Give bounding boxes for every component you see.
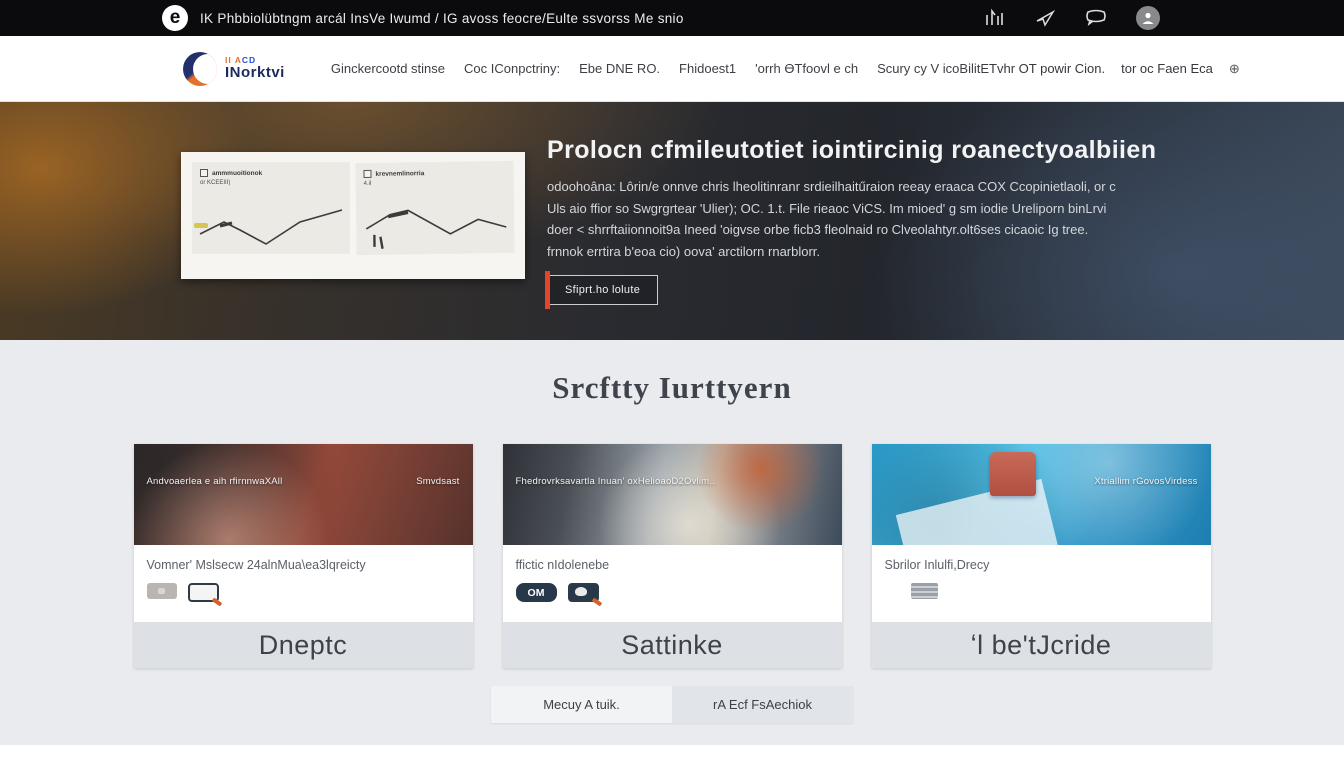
nav-right: Tvhr OT powir Cion. tor oc Faen Eca ⊕ bbox=[989, 61, 1240, 77]
hero-title: Prolocn cfmileutotiet iointircinig roane… bbox=[547, 136, 1137, 165]
doc1-line-chart bbox=[196, 204, 346, 250]
badge-icon bbox=[147, 583, 177, 599]
utility-brand-icon[interactable]: e bbox=[162, 5, 188, 31]
utility-brand-text: IK Phbbiolübtngm arcál InsVe Iwumd / IG … bbox=[200, 11, 684, 26]
doc-checkbox-icon bbox=[363, 170, 371, 178]
card-3-footer[interactable]: ʻl be'tJcride bbox=[872, 622, 1211, 668]
chat-icon[interactable] bbox=[1084, 8, 1108, 28]
section-heading: Srcftty Iurttyern bbox=[0, 340, 1344, 406]
card-row: Andvoaerlea e aih rfirnnwaXAll Smvdsast … bbox=[0, 444, 1344, 668]
card-3[interactable]: Xtriallim rGovosVirdess Sbrilor Inlulfi,… bbox=[872, 444, 1211, 668]
utility-brand-glyph: e bbox=[170, 8, 181, 27]
card-1-image: Andvoaerlea e aih rfirnnwaXAll Smvdsast bbox=[134, 444, 473, 545]
hero-cta-label: Sfiprt.ho lolute bbox=[565, 284, 640, 296]
brochure-page-2: krevnemlinorria 4.il bbox=[355, 161, 514, 255]
nav-menu: Ginckercootd stinse Coc IConpctriny: Ebe… bbox=[331, 61, 989, 76]
doc-checkbox-icon bbox=[200, 169, 208, 177]
card-2-caption: ffictic nIdolenebe bbox=[516, 558, 829, 572]
card-2-title: Sattinke bbox=[621, 630, 723, 661]
brochure-page-1: ammmuoitionok or KCEEIII) bbox=[192, 162, 350, 254]
card-3-caption: Sbrilor Inlulfi,Drecy bbox=[885, 558, 1198, 572]
card-2-footer[interactable]: Sattinke bbox=[503, 622, 842, 668]
stats-icon[interactable] bbox=[984, 8, 1006, 28]
doc2-subtitle: 4.il bbox=[364, 179, 506, 187]
avatar-icon[interactable] bbox=[1136, 6, 1160, 30]
utility-icons bbox=[984, 6, 1160, 30]
nav-item-1[interactable]: Ginckercootd stinse bbox=[331, 61, 445, 76]
doc2-title: krevnemlinorria bbox=[375, 170, 424, 178]
hero-paragraph: odoohoâna: Lôrin/e onnve chris lheolitin… bbox=[547, 176, 1125, 262]
card-3-image: Xtriallim rGovosVirdess bbox=[872, 444, 1211, 545]
card-3-title: ʻl be'tJcride bbox=[971, 630, 1112, 661]
site-logo-name: INorktvi bbox=[225, 65, 285, 81]
safety-section: Srcftty Iurttyern Andvoaerlea e aih rfir… bbox=[0, 340, 1344, 745]
edit-monitor-icon bbox=[568, 583, 599, 602]
doc1-title: ammmuoitionok bbox=[212, 170, 262, 177]
card-1-caption: Vomner' Mslsecw 24alnMua\ea3lqreicty bbox=[147, 558, 460, 572]
card-1[interactable]: Andvoaerlea e aih rfirnnwaXAll Smvdsast … bbox=[134, 444, 473, 668]
hero-content: Prolocn cfmileutotiet iointircinig roane… bbox=[547, 136, 1137, 305]
nav-right-item-1[interactable]: Tvhr OT powir Cion. bbox=[989, 61, 1105, 76]
bottom-strip bbox=[0, 745, 1344, 768]
main-nav: II ACD INorktvi Ginckercootd stinse Coc … bbox=[0, 36, 1344, 102]
card-3-icons bbox=[885, 583, 1198, 599]
site-logo[interactable]: II ACD INorktvi bbox=[183, 52, 285, 86]
card-1-icons bbox=[147, 583, 460, 602]
tab-2[interactable]: rA Ecf FsAechiok bbox=[672, 686, 853, 723]
site-logo-text: II ACD INorktvi bbox=[225, 56, 285, 81]
card-3-body: Sbrilor Inlulfi,Drecy bbox=[872, 545, 1211, 622]
crescent-logo-icon bbox=[183, 52, 217, 86]
card-2-icons: OM bbox=[516, 583, 829, 602]
hero-section: ammmuoitionok or KCEEIII) krevnemlinorri… bbox=[0, 102, 1344, 340]
card-1-title: Dneptc bbox=[259, 630, 348, 661]
tabs-row: Mecuy A tuik. rA Ecf FsAechiok bbox=[0, 686, 1344, 723]
card-1-body: Vomner' Mslsecw 24alnMua\ea3lqreicty bbox=[134, 545, 473, 622]
tab-group: Mecuy A tuik. rA Ecf FsAechiok bbox=[491, 686, 853, 723]
nav-item-6[interactable]: Scury cy V icoBilitE bbox=[877, 61, 989, 76]
doc2-line-chart bbox=[360, 199, 511, 251]
nav-item-3[interactable]: Ebe DNE RO. bbox=[579, 61, 660, 76]
card-2[interactable]: Fhedrovrksavartla Inuan' oxHelioaoD2Ovli… bbox=[503, 444, 842, 668]
card-1-overlay-left: Andvoaerlea e aih rfirnnwaXAll bbox=[147, 476, 283, 487]
card-2-body: ffictic nIdolenebe OM bbox=[503, 545, 842, 622]
hero-brochure-image: ammmuoitionok or KCEEIII) krevnemlinorri… bbox=[181, 152, 525, 279]
card-2-overlay-left: Fhedrovrksavartla Inuan' oxHelioaoD2Ovli… bbox=[516, 476, 715, 487]
om-badge-icon: OM bbox=[516, 583, 557, 602]
globe-icon[interactable]: ⊕ bbox=[1229, 61, 1240, 77]
red-cap-shape bbox=[990, 452, 1036, 496]
nav-right-item-2[interactable]: tor oc Faen Eca bbox=[1121, 61, 1213, 76]
send-icon[interactable] bbox=[1034, 8, 1056, 28]
nav-item-2[interactable]: Coc IConpctriny: bbox=[464, 61, 560, 76]
top-utility-bar: e IK Phbbiolübtngm arcál InsVe Iwumd / I… bbox=[0, 0, 1344, 36]
tab-1[interactable]: Mecuy A tuik. bbox=[491, 686, 672, 723]
nav-item-5[interactable]: 'orrh ƟTfoovl e ch bbox=[755, 61, 858, 76]
nav-item-4[interactable]: Fhidoest1 bbox=[679, 61, 736, 76]
card-1-overlay-right: Smvdsast bbox=[416, 476, 459, 487]
card-2-image: Fhedrovrksavartla Inuan' oxHelioaoD2Ovli… bbox=[503, 444, 842, 545]
edit-monitor-icon bbox=[188, 583, 219, 602]
printer-icon bbox=[911, 583, 938, 599]
card-1-footer[interactable]: Dneptc bbox=[134, 622, 473, 668]
card-3-overlay-right: Xtriallim rGovosVirdess bbox=[1094, 476, 1197, 487]
hero-cta-button[interactable]: Sfiprt.ho lolute bbox=[547, 275, 658, 305]
doc1-subtitle: or KCEEIII) bbox=[200, 180, 342, 186]
